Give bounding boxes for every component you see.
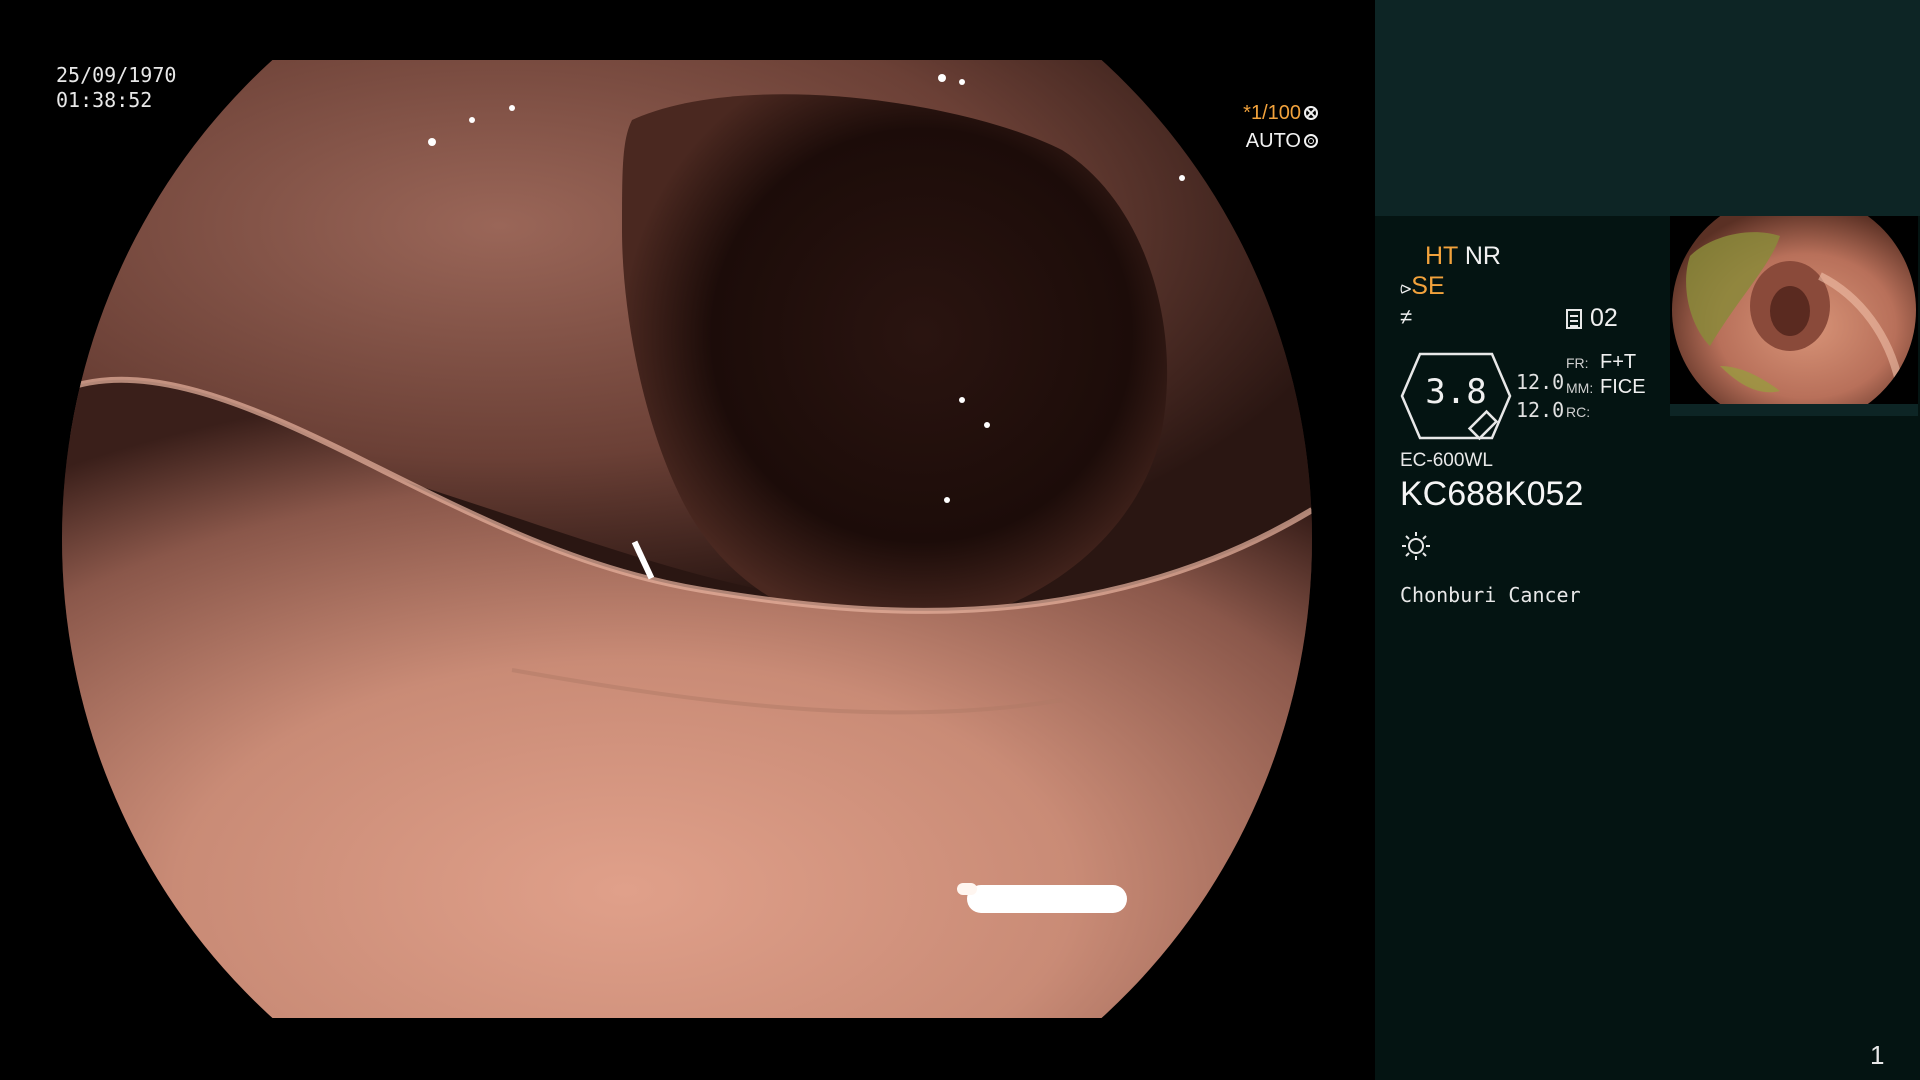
setting-key: RC: xyxy=(1566,404,1591,420)
memo-value: 02 xyxy=(1590,304,1618,332)
setting-key: FR: xyxy=(1566,355,1589,371)
hospital-name: Chonburi Cancer xyxy=(1400,583,1581,607)
setting-value: FICE xyxy=(1600,376,1646,398)
iris-mode: AUTO xyxy=(1245,130,1301,152)
setting-value: F+T xyxy=(1600,351,1637,373)
memo-row: 02 xyxy=(1566,304,1618,333)
se-icon: ⪧ xyxy=(1400,277,1412,299)
date-time: 25/09/1970 01:38:52 xyxy=(56,63,176,113)
exposure-info: *1/100 AUTO xyxy=(1243,99,1318,155)
shutter-speed: *1/100 xyxy=(1243,102,1301,124)
info-panel xyxy=(1375,0,1920,1080)
zoom-value: 3.8 xyxy=(1425,372,1487,412)
iris-icon xyxy=(1304,134,1318,148)
scope-model: EC-600WL xyxy=(1400,450,1493,471)
side-value-1: 12.0 xyxy=(1516,370,1565,394)
exam-time: 01:38:52 xyxy=(56,88,153,112)
scope-serial: KC688K052 xyxy=(1400,475,1584,513)
setting-fr: FR: F+T xyxy=(1566,350,1646,375)
page-number: 1 xyxy=(1870,1040,1885,1070)
mode-nr: NR xyxy=(1464,242,1501,270)
side-value-2: 12.0 xyxy=(1516,398,1565,422)
function-row: ≠ xyxy=(1400,302,1412,331)
endoscopy-screen: 25/09/1970 01:38:52 *1/100 AUTO HT NR ⪧S… xyxy=(0,0,1920,1080)
setting-rc: RC: xyxy=(1566,400,1646,424)
mode-se: ⪧SE xyxy=(1400,272,1445,301)
mode-se-label: SE xyxy=(1411,272,1445,300)
endoscopy-image xyxy=(62,60,1312,1018)
light-icon xyxy=(1402,532,1430,560)
memo-icon xyxy=(1566,308,1582,329)
mode-ht-nr: HT NR xyxy=(1425,242,1501,271)
exam-date: 25/09/1970 xyxy=(56,63,177,87)
setting-mm: MM: FICE xyxy=(1566,375,1646,400)
function-icon: ≠ xyxy=(1400,304,1413,329)
capture-thumbnail[interactable] xyxy=(1670,216,1918,416)
side-values: 12.0 12.0 xyxy=(1516,368,1564,424)
aperture-icon xyxy=(1304,106,1318,120)
setting-key: MM: xyxy=(1566,380,1594,396)
panel-header xyxy=(1375,0,1920,216)
settings-list: FR: F+T MM: FICE RC: xyxy=(1566,350,1646,424)
mode-ht: HT xyxy=(1425,242,1458,270)
